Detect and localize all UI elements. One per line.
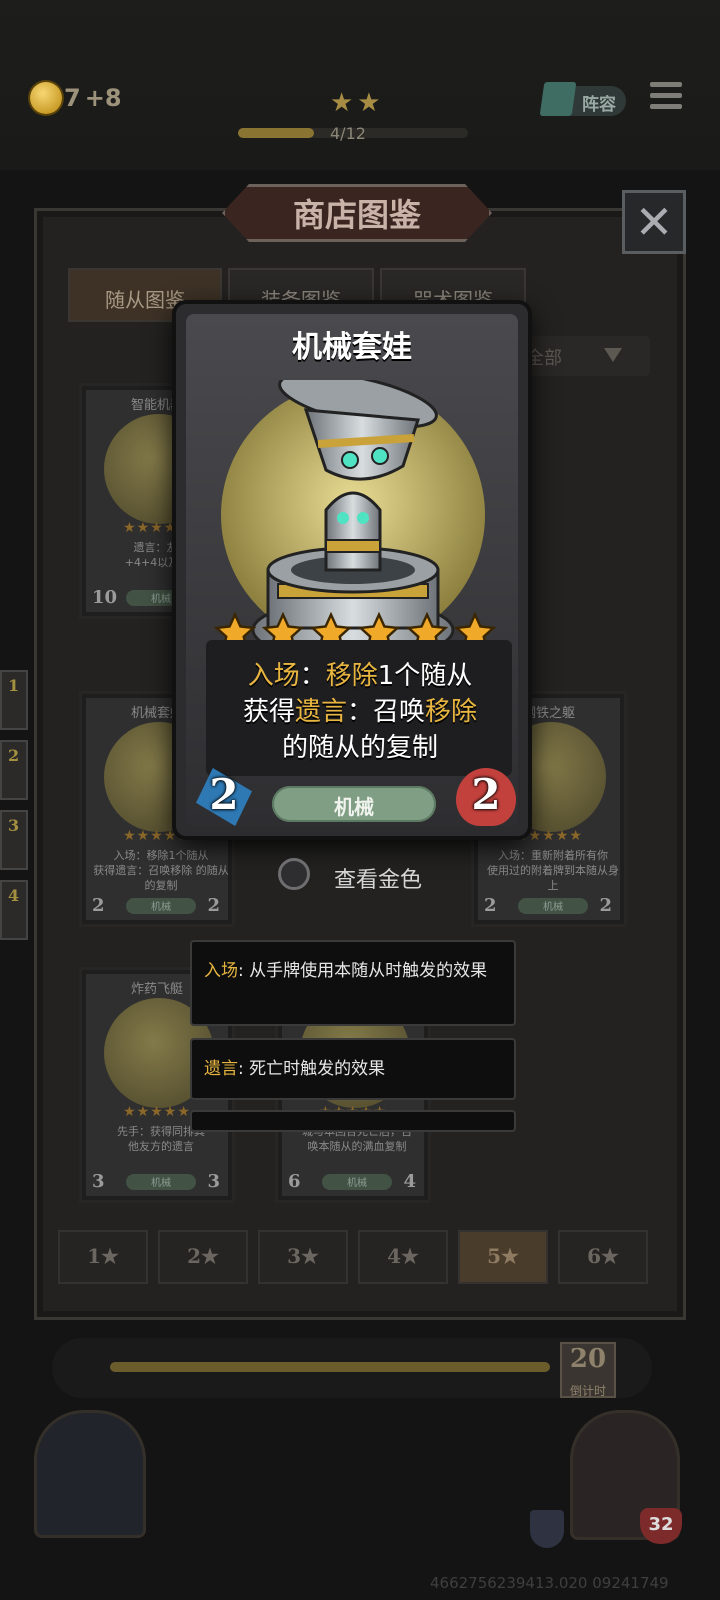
chevron-down-icon: [604, 348, 622, 362]
star-tab-4[interactable]: 4★: [358, 1230, 448, 1284]
desc-line-3: 的随从的复制: [281, 733, 438, 763]
turn-timer-label: 倒计时: [569, 1384, 606, 1398]
tooltip-partial: [190, 1110, 516, 1132]
desc-line-1: 入场：移除1个随从: [247, 661, 473, 691]
menu-icon[interactable]: [650, 82, 682, 116]
lineup-button[interactable]: 阵容: [539, 82, 626, 116]
version-text: 4662756239413.020 09241749: [430, 1574, 669, 1592]
modal-title: 商店图鉴: [292, 196, 421, 234]
tier-xp-text: 4/12: [330, 124, 366, 143]
tooltip-battlecry: 入场: 从手牌使用本随从时触发的效果: [190, 940, 516, 1026]
filter-label: 全部: [526, 348, 562, 369]
card-tribe: 机械: [272, 786, 436, 822]
golden-toggle-radio[interactable]: [278, 858, 310, 890]
shield-icon: [530, 1510, 564, 1548]
filter-dropdown[interactable]: 全部: [520, 336, 650, 376]
golden-toggle-label[interactable]: 查看金色: [334, 862, 422, 894]
card-description: 入场：移除1个随从 获得遗言：召唤移除 的随从的复制: [202, 658, 518, 766]
tavern-tier-stars: ★★: [330, 88, 385, 118]
book-icon: [539, 82, 577, 116]
hand-slot: 1: [0, 670, 28, 730]
mech-doll-art: [221, 380, 485, 650]
star-tab-1[interactable]: 1★: [58, 1230, 148, 1284]
hand-slots: 1 2 3 4: [0, 670, 30, 950]
card-name: 机械套娃: [292, 330, 412, 365]
hand-slot: 3: [0, 810, 28, 870]
hand-slot: 2: [0, 740, 28, 800]
gold-coin-icon: [30, 82, 62, 114]
turn-timer-fill: [110, 1362, 550, 1372]
star-tab-2[interactable]: 2★: [158, 1230, 248, 1284]
tooltip-deathrattle: 遗言: 死亡时触发的效果: [190, 1038, 516, 1100]
top-hud: 7 +8 ★★ 4/12 阵容: [0, 0, 720, 170]
opponent-portrait[interactable]: [34, 1410, 146, 1538]
gold-counter: 7 +8: [64, 84, 122, 112]
lineup-label: 阵容: [582, 95, 616, 115]
card-health: 2: [471, 770, 501, 819]
hand-slot: 4: [0, 880, 28, 940]
star-tab-5[interactable]: 5★: [458, 1230, 548, 1284]
close-button[interactable]: ✕: [622, 190, 686, 254]
desc-line-2: 获得遗言：召唤移除: [242, 697, 478, 727]
star-tab-3[interactable]: 3★: [258, 1230, 348, 1284]
star-tab-6[interactable]: 6★: [558, 1230, 648, 1284]
card-attack: 2: [209, 770, 239, 819]
